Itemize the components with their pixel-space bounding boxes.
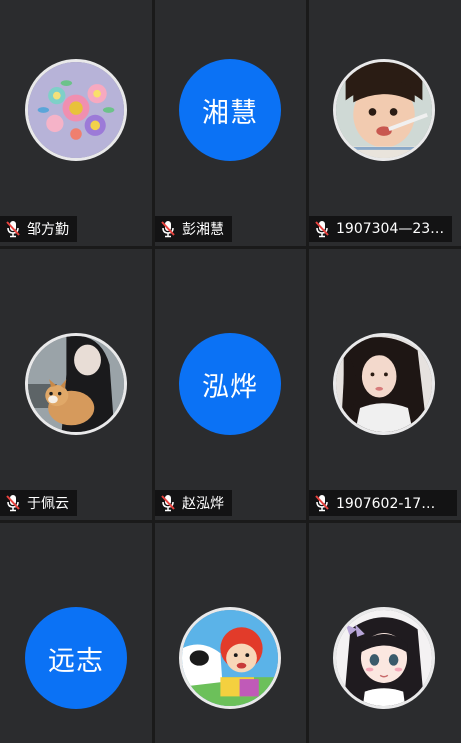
mic-muted-icon bbox=[161, 495, 175, 512]
participant-tile[interactable]: 1907304—23… bbox=[309, 0, 461, 246]
avatar-initials: 泓烨 bbox=[202, 371, 258, 403]
avatar-initials: 湘慧 bbox=[202, 97, 258, 129]
participant-name: 于佩云 bbox=[27, 496, 69, 512]
cartoon-kids-avatar bbox=[179, 607, 281, 709]
participant-name-tag: 1907304—23… bbox=[309, 216, 453, 242]
participant-name: 赵泓烨 bbox=[182, 496, 224, 512]
video-grid: 邹方勤 湘慧 彭湘慧 1907304—23… 于佩云 泓烨 赵泓烨 190760… bbox=[0, 0, 461, 743]
dog-person-avatar bbox=[25, 333, 127, 435]
mic-muted-icon bbox=[6, 221, 20, 238]
mic-muted-icon bbox=[161, 221, 175, 238]
participant-tile[interactable] bbox=[309, 523, 461, 743]
initials-avatar: 远志 bbox=[25, 607, 127, 709]
participant-tile[interactable] bbox=[155, 523, 306, 743]
participant-name: 彭湘慧 bbox=[182, 222, 224, 238]
participant-name-tag: 彭湘慧 bbox=[155, 216, 232, 242]
avatar-initials: 远志 bbox=[48, 645, 104, 677]
participant-name: 1907602-17曾佳 bbox=[336, 496, 449, 512]
participant-tile[interactable]: 远志 bbox=[0, 523, 152, 743]
participant-tile[interactable]: 1907602-17曾佳 bbox=[309, 249, 461, 520]
mic-muted-icon bbox=[6, 495, 20, 512]
girl-photo-avatar bbox=[333, 333, 435, 435]
participant-name-tag: 1907602-17曾佳 bbox=[309, 490, 457, 516]
participant-tile[interactable]: 邹方勤 bbox=[0, 0, 152, 246]
participant-name: 1907304—23… bbox=[336, 221, 445, 237]
initials-avatar: 湘慧 bbox=[179, 59, 281, 161]
participant-name-tag: 赵泓烨 bbox=[155, 490, 232, 516]
participant-name: 邹方勤 bbox=[27, 222, 69, 238]
participant-tile[interactable]: 湘慧 彭湘慧 bbox=[155, 0, 306, 246]
participant-name-tag: 于佩云 bbox=[0, 490, 77, 516]
child-eating-avatar bbox=[333, 59, 435, 161]
initials-avatar: 泓烨 bbox=[179, 333, 281, 435]
participant-name-tag: 邹方勤 bbox=[0, 216, 77, 242]
mic-muted-icon bbox=[315, 221, 329, 238]
participant-tile[interactable]: 于佩云 bbox=[0, 249, 152, 520]
mic-muted-icon bbox=[315, 495, 329, 512]
anime-girl-avatar bbox=[333, 607, 435, 709]
participant-tile[interactable]: 泓烨 赵泓烨 bbox=[155, 249, 306, 520]
flower-avatar bbox=[25, 59, 127, 161]
